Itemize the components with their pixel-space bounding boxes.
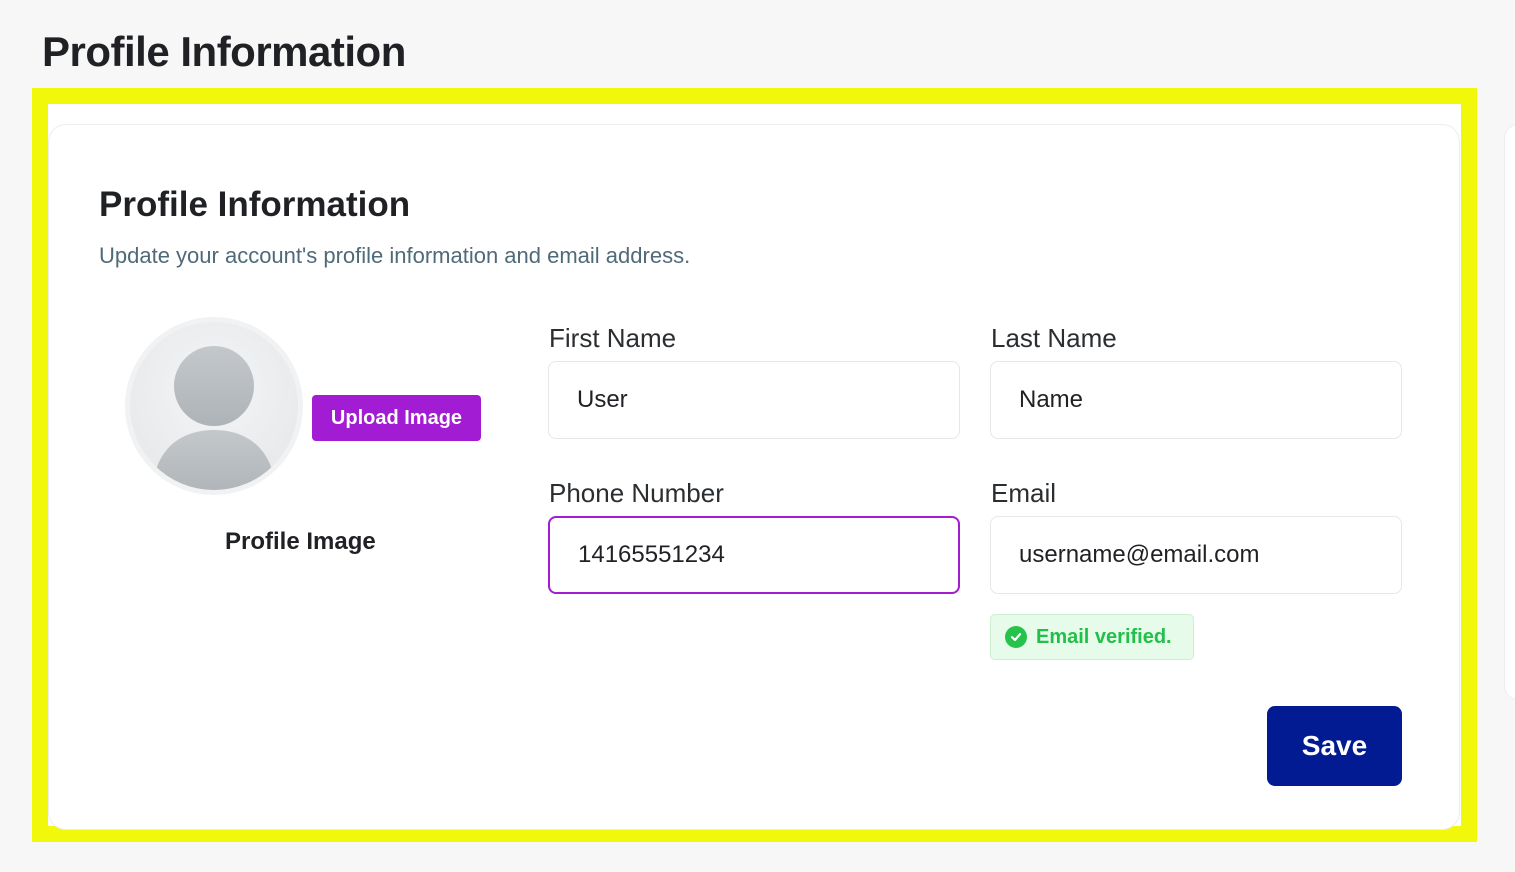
page-title: Profile Information — [42, 28, 406, 75]
check-circle-icon — [1005, 626, 1027, 648]
card-subtitle: Update your account's profile informatio… — [99, 243, 691, 268]
last-name-input[interactable] — [990, 361, 1402, 439]
phone-number-input[interactable] — [548, 516, 960, 594]
user-silhouette-icon — [152, 346, 276, 490]
phone-number-label: Phone Number — [549, 478, 724, 508]
card-title: Profile Information — [99, 185, 411, 224]
email-verified-text: Email verified. — [1036, 625, 1172, 648]
highlight-frame: Profile Information Update your account'… — [32, 88, 1477, 842]
email-verified-badge: Email verified. — [990, 614, 1194, 660]
email-label: Email — [991, 478, 1057, 508]
avatar — [125, 317, 303, 495]
upload-image-button[interactable]: Upload Image — [312, 395, 481, 441]
first-name-input[interactable] — [548, 361, 960, 439]
profile-image-caption: Profile Image — [225, 528, 376, 555]
email-input[interactable] — [990, 516, 1402, 594]
last-name-label: Last Name — [991, 323, 1117, 353]
first-name-label: First Name — [549, 323, 677, 353]
save-button[interactable]: Save — [1267, 706, 1402, 786]
profile-card: Profile Information Update your account'… — [48, 124, 1460, 830]
side-panel-edge — [1504, 124, 1515, 700]
